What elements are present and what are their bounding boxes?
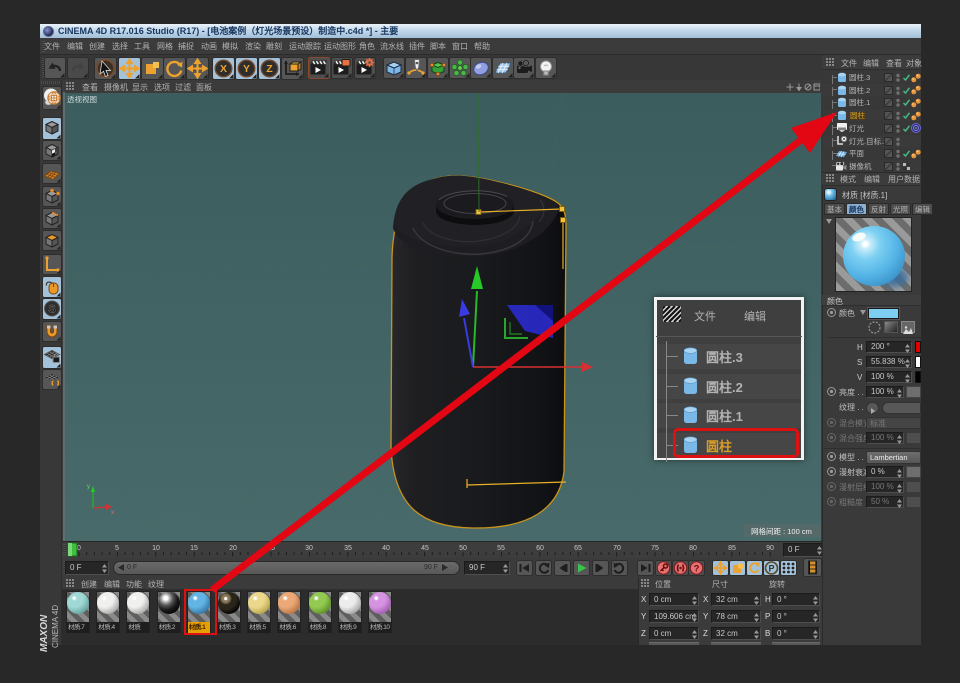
svg-text:?: ? [694, 563, 700, 574]
svg-text:P: P [768, 563, 774, 573]
svg-text:Y: Y [242, 63, 249, 75]
svg-text:75: 75 [651, 545, 659, 552]
svg-text:30: 30 [305, 545, 313, 552]
svg-text:20: 20 [229, 545, 237, 552]
svg-text:65: 65 [574, 545, 582, 552]
svg-text:15: 15 [190, 545, 198, 552]
svg-text:85: 85 [728, 545, 736, 552]
svg-text:10: 10 [152, 545, 160, 552]
svg-text:25: 25 [267, 545, 275, 552]
svg-text:5: 5 [115, 545, 119, 552]
svg-text:S: S [48, 303, 55, 315]
svg-text:网格间距 : 100 cm: 网格间距 : 100 cm [751, 526, 812, 536]
svg-text:0: 0 [77, 545, 81, 552]
svg-text:35: 35 [344, 545, 352, 552]
svg-text:90: 90 [766, 545, 774, 552]
svg-text:X: X [219, 63, 226, 75]
svg-text:Z: Z [266, 63, 273, 75]
svg-text:55: 55 [497, 545, 505, 552]
svg-text:60: 60 [536, 545, 544, 552]
svg-text:50: 50 [459, 545, 467, 552]
svg-text:40: 40 [382, 545, 390, 552]
svg-text:80: 80 [689, 545, 697, 552]
svg-text:y: y [87, 484, 90, 490]
svg-text:x: x [111, 510, 114, 516]
svg-text:45: 45 [421, 545, 429, 552]
svg-text:70: 70 [613, 545, 621, 552]
